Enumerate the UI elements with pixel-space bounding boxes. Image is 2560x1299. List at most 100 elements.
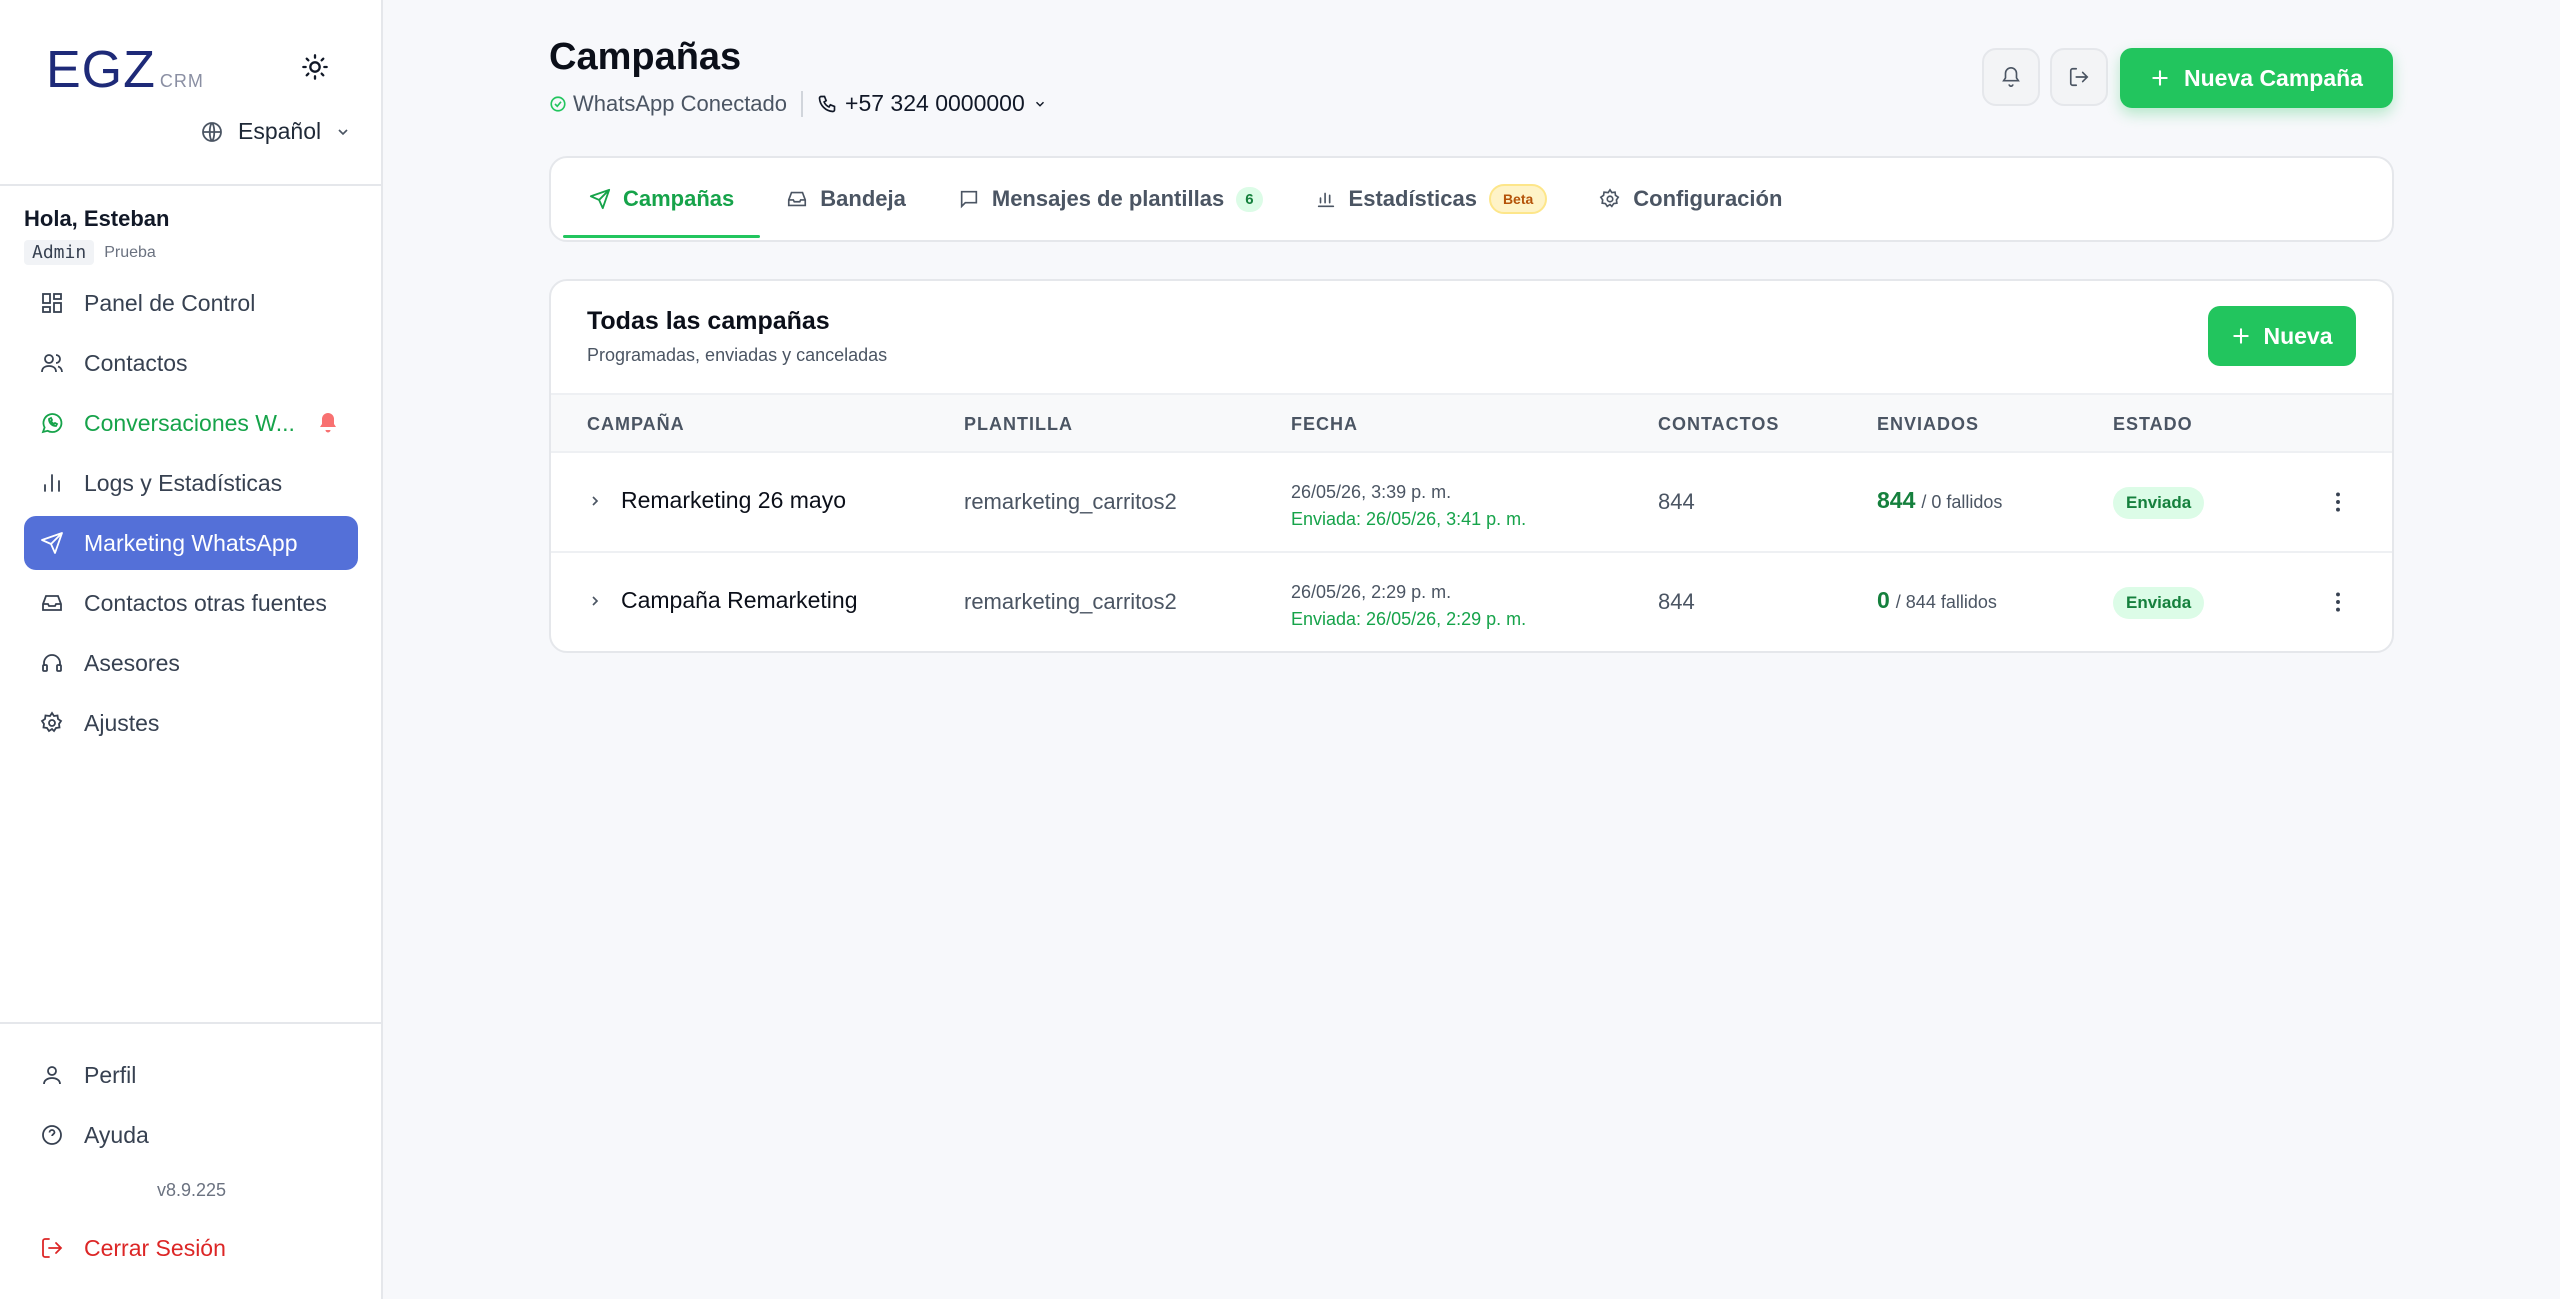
table-row[interactable]: Remarketing 26 mayo remarketing_carritos…: [551, 453, 2392, 553]
sent-cell: 844 / 0 fallidos: [1877, 487, 2002, 514]
send-icon: [41, 532, 63, 554]
template-count-badge: 6: [1236, 186, 1263, 212]
sidebar-item-logs[interactable]: Logs y Estadísticas: [24, 456, 358, 510]
connection-status-bar: WhatsApp Conectado +57 324 0000000: [549, 90, 1047, 117]
sidebar-item-label: Ayuda: [84, 1121, 149, 1148]
phone-selector[interactable]: +57 324 0000000: [817, 90, 1047, 117]
tab-campanas[interactable]: Campañas: [563, 156, 761, 242]
new-button[interactable]: Nueva: [2208, 306, 2356, 366]
new-button-label: Nueva: [2263, 322, 2333, 349]
column-header: CONTACTOS: [1658, 414, 1780, 434]
phone-icon: [818, 95, 836, 112]
table-row[interactable]: Campaña Remarketing remarketing_carritos…: [551, 553, 2392, 651]
column-header: ESTADO: [2113, 414, 2193, 434]
check-circle-icon: [550, 95, 566, 112]
user-greeting: Hola, Esteban: [24, 206, 170, 231]
phone-number: +57 324 0000000: [845, 90, 1025, 116]
sidebar-item-label: Perfil: [84, 1061, 137, 1088]
panel-subtitle: Programadas, enviadas y canceladas: [587, 345, 888, 365]
sidebar-item-ajustes[interactable]: Ajustes: [24, 696, 358, 750]
sidebar-item-label: Conversaciones W...: [84, 409, 295, 436]
globe-icon: [202, 121, 222, 142]
sidebar-item-contactos[interactable]: Contactos: [24, 336, 358, 390]
new-campaign-button[interactable]: Nueva Campaña: [2120, 48, 2393, 108]
status-badge: Enviada: [2113, 587, 2205, 619]
date-cell: 26/05/26, 2:29 p. m. Enviada: 26/05/26, …: [1291, 579, 1526, 633]
campaign-name: Campaña Remarketing: [621, 587, 858, 613]
tab-mensajes-plantillas[interactable]: Mensajes de plantillas 6: [932, 156, 1289, 242]
logo-main: EGZ: [46, 41, 156, 99]
tab-estadisticas[interactable]: Estadísticas Beta: [1289, 156, 1574, 242]
column-header: FECHA: [1291, 414, 1358, 434]
sidebar-item-panel-de-control[interactable]: Panel de Control: [24, 276, 358, 330]
contacts-count: 844: [1658, 489, 1695, 514]
table-header: CAMPAÑA PLANTILLA FECHA CONTACTOS ENVIAD…: [551, 393, 2392, 453]
date-cell: 26/05/26, 3:39 p. m. Enviada: 26/05/26, …: [1291, 479, 1526, 533]
campaign-name: Remarketing 26 mayo: [621, 487, 846, 513]
sent-date: Enviada: 26/05/26, 2:29 p. m.: [1291, 609, 1527, 629]
sidebar-item-conversaciones[interactable]: Conversaciones W...: [24, 396, 358, 450]
sidebar-divider: [0, 184, 383, 186]
logout-button[interactable]: Cerrar Sesión: [24, 1221, 358, 1275]
headset-icon: [42, 654, 62, 672]
template-name: remarketing_carritos2: [964, 489, 1177, 514]
tab-bar: Campañas Bandeja Mensajes de plantillas …: [549, 156, 2394, 242]
scheduled-date: 26/05/26, 3:39 p. m.: [1291, 482, 1452, 502]
page-title: Campañas: [549, 36, 742, 78]
sidebar-item-label: Logs y Estadísticas: [84, 469, 283, 496]
failed-count: / 844 fallidos: [1895, 592, 1997, 612]
tab-label: Campañas: [623, 186, 735, 211]
notification-bell-icon: [320, 413, 336, 433]
campaign-name-cell: Remarketing 26 mayo: [587, 487, 846, 514]
chevron-down-icon: [338, 128, 348, 135]
row-menu-button[interactable]: [2325, 589, 2351, 620]
sidebar-item-contactos-otras-fuentes[interactable]: Contactos otras fuentes: [24, 576, 358, 630]
plus-icon: [2233, 328, 2250, 344]
tab-label: Configuración: [1633, 186, 1783, 211]
column-header: CAMPAÑA: [587, 414, 685, 434]
user-roles: Admin Prueba: [24, 240, 156, 265]
tab-label: Mensajes de plantillas: [991, 186, 1225, 211]
logo-sub: CRM: [159, 71, 204, 91]
users-icon: [41, 354, 63, 373]
whatsapp-icon: [41, 413, 63, 434]
campaign-name-cell: Campaña Remarketing: [587, 587, 858, 614]
logout-label: Cerrar Sesión: [84, 1234, 226, 1261]
theme-toggle-button[interactable]: [298, 50, 332, 84]
sidebar: EGZ CRM Español Hola, Esteban Admin Prue…: [0, 0, 383, 1299]
send-icon: [589, 188, 611, 210]
sidebar-item-label: Marketing WhatsApp: [84, 529, 298, 556]
logo[interactable]: EGZ CRM: [46, 40, 204, 100]
role-badge: Admin: [24, 240, 95, 265]
sent-count: 844: [1877, 487, 1916, 513]
inbox-icon: [788, 191, 807, 207]
sidebar-item-perfil[interactable]: Perfil: [24, 1048, 358, 1102]
language-selector[interactable]: Español: [200, 118, 351, 145]
status-badge: Enviada: [2113, 487, 2205, 519]
sidebar-item-ayuda[interactable]: Ayuda: [24, 1108, 358, 1162]
app-version: v8.9.225: [156, 1180, 227, 1200]
dashboard-icon: [42, 293, 62, 313]
gear-icon: [1599, 188, 1620, 208]
gear-icon: [40, 711, 63, 733]
chevron-right-icon[interactable]: [587, 493, 603, 509]
plus-icon: [2152, 70, 2168, 86]
sidebar-item-label: Panel de Control: [84, 289, 256, 316]
column-header: ENVIADOS: [1877, 414, 1980, 434]
more-vertical-icon: [2336, 592, 2340, 612]
more-vertical-icon: [2336, 492, 2340, 512]
sidebar-item-marketing-whatsapp[interactable]: Marketing WhatsApp: [24, 516, 358, 570]
notifications-button[interactable]: [1982, 48, 2040, 106]
sidebar-item-asesores[interactable]: Asesores: [24, 636, 358, 690]
row-menu-button[interactable]: [2325, 489, 2351, 520]
tab-bandeja[interactable]: Bandeja: [760, 156, 932, 242]
tab-label: Estadísticas: [1348, 186, 1477, 211]
template-name: remarketing_carritos2: [964, 589, 1177, 614]
logout-header-button[interactable]: [2050, 48, 2108, 106]
sidebar-item-label: Contactos otras fuentes: [84, 589, 327, 616]
tab-configuracion[interactable]: Configuración: [1573, 156, 1808, 242]
user-icon: [43, 1066, 61, 1085]
beta-badge: Beta: [1488, 184, 1548, 214]
failed-count: / 0 fallidos: [1921, 492, 2003, 512]
chevron-right-icon[interactable]: [587, 593, 603, 609]
